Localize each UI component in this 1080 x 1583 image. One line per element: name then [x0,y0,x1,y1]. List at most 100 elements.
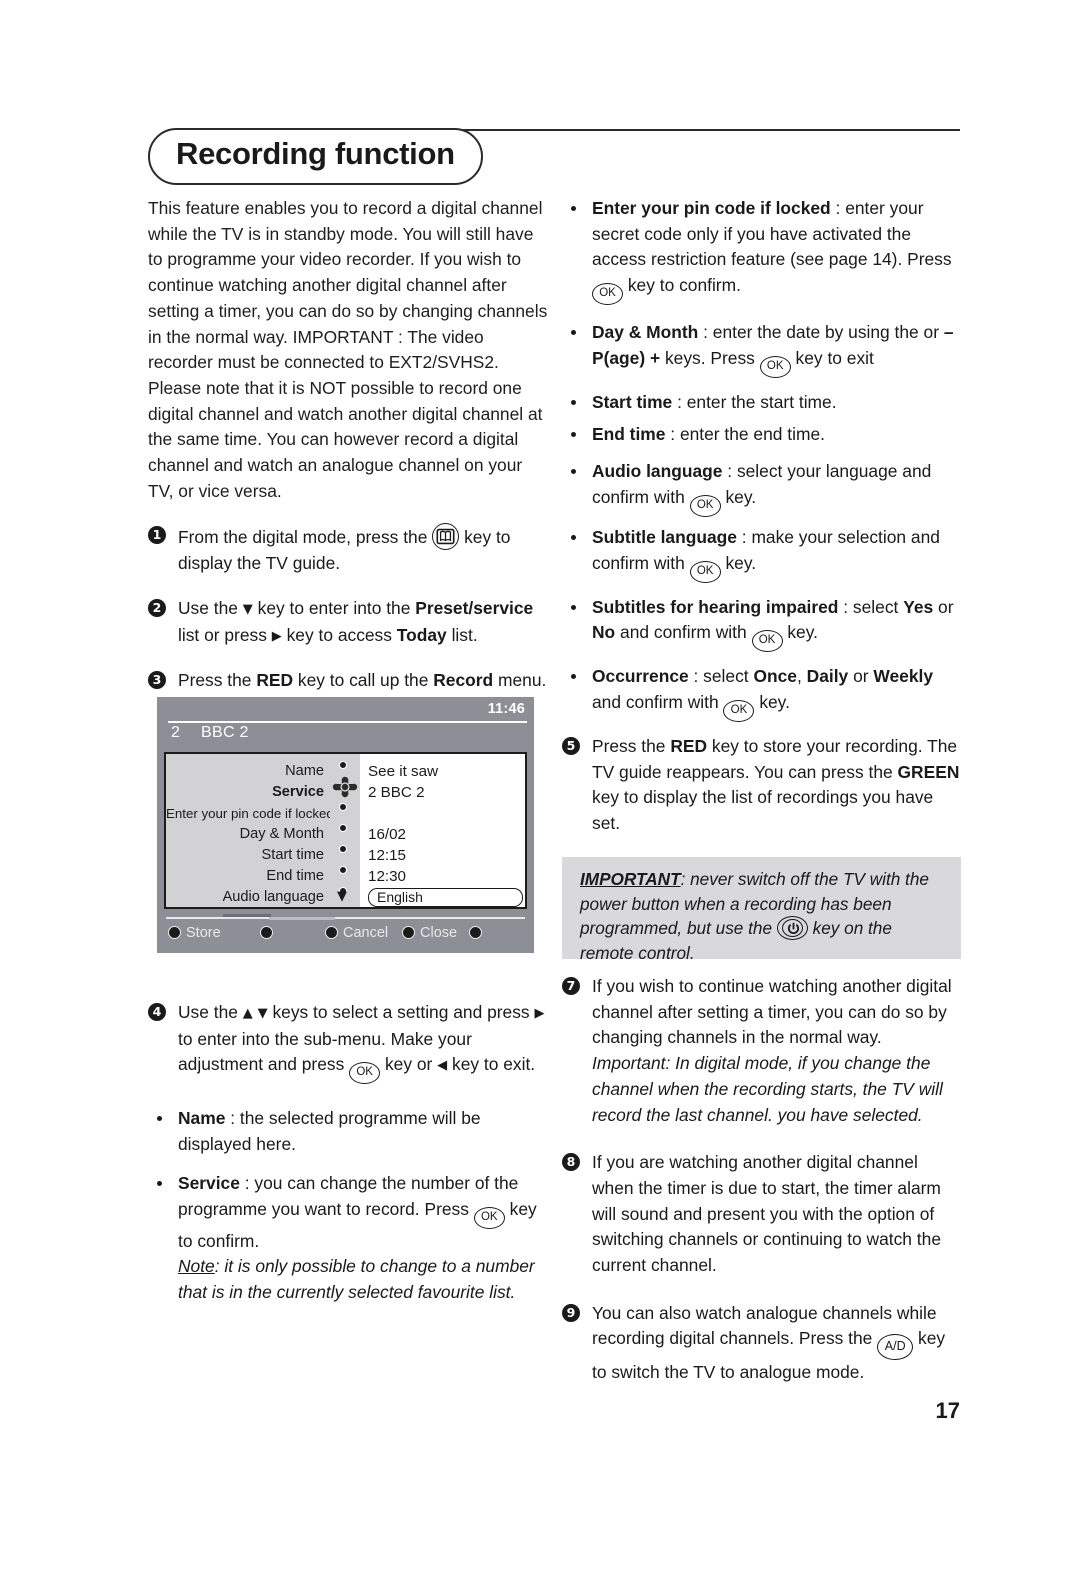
bullet-occurrence-comma: , [796,666,802,687]
tv-footer-rule-dark [223,914,271,917]
green-button-icon [260,926,273,939]
right-column: Enter your pin code if locked : enter yo… [562,196,962,934]
step-7-italic-label: Important [592,1053,666,1074]
bullet-pin-code: Enter your pin code if locked : enter yo… [562,196,962,306]
tv-footer-label-store: Store [186,925,221,941]
bullet-day-month-label: Day & Month [592,322,699,343]
gray-button-icon [469,926,482,939]
step-5-text-c: key to display the list of recordings yo… [592,787,934,834]
ok-key-icon: OK [473,1206,505,1229]
step-5-body: Press the RED key to store your recordin… [592,734,962,837]
bullet-end-time-text: : enter the end time. [670,423,825,444]
tv-menu-footer: Store Cancel Close [157,909,534,953]
step-4-body: Use the ▲ ▼ keys to select a setting and… [178,1000,548,1085]
step-2-bold-preset-service: Preset/service [415,597,534,618]
step-4-text-a: Use the [178,1002,238,1022]
bullet-dot-icon [157,1180,162,1186]
step-7-text-a: If you wish to continue watching another… [592,976,952,1048]
tv-bullet-name [330,754,360,775]
tv-footer-label-close: Close [420,925,458,941]
tv-label-start-time[interactable]: Start time [166,845,330,866]
left-column: This feature enables you to record a dig… [148,196,548,694]
bullet-service-note-text: : it is only possible to change to a num… [178,1256,535,1302]
step-2-marker: 2 [148,598,166,617]
bullet-occurrence-label: Occurrence [592,666,689,687]
tv-menu-values: See it saw 2 BBC 2 16/02 12:15 12:30 Eng… [360,754,525,907]
step-3-body: Press the RED key to call up the Record … [178,668,548,694]
important-note-label: IMPORTANT [580,869,681,889]
bullet-end-time: End time : enter the end time. [562,422,962,448]
tv-footer-button-close[interactable]: Close [402,925,457,941]
tv-footer-button-cancel[interactable]: Cancel [325,925,388,941]
step-4-marker: 4 [148,1003,166,1021]
ok-key-icon: OK [751,630,783,653]
step-4-text-d: key or [384,1054,433,1075]
tv-footer-button-extra[interactable] [469,925,487,941]
tv-footer-rule [166,917,525,919]
step-1-marker: 1 [148,526,166,545]
tv-label-day-month[interactable]: Day & Month [166,824,330,845]
tv-footer-button-store[interactable]: Store [168,925,221,941]
bullet-hearing-impaired-text-c: and confirm with [620,622,747,643]
analogue-digital-key-icon: A/D [877,1334,914,1361]
tv-label-name[interactable]: Name [166,761,330,782]
bullet-service: Service : you can change the number of t… [148,1171,548,1306]
bullet-pin-code-text-b: key to confirm. [627,275,741,296]
step-2: 2 Use the ▼ key to enter into the Preset… [148,596,548,649]
step-9-body: You can also watch analogue channels whi… [592,1301,962,1386]
step-3-bold-record: Record [433,670,494,691]
step-8: 8 If you are watching another digital ch… [562,1150,962,1279]
tv-bullet-end-time [330,859,360,880]
tv-label-end-time[interactable]: End time [166,866,330,887]
bullet-dot-icon [571,674,576,680]
tv-label-service[interactable]: Service [166,782,330,803]
bullet-pin-code-label: Enter your pin code if locked [592,198,831,218]
tv-label-audio-language[interactable]: Audio language [166,887,330,908]
bullet-occurrence-daily: Daily [806,666,849,687]
bullet-hearing-impaired-label: Subtitles for hearing impaired [592,596,839,617]
bullet-occurrence-text-d: key. [759,692,790,713]
bullet-day-month: Day & Month : enter the date by using th… [562,320,962,378]
step-4-text-e: key to exit. [452,1054,536,1075]
step-9: 9 You can also watch analogue channels w… [562,1301,962,1386]
bullet-dot-icon [571,330,576,336]
tv-value-end-time: 12:30 [368,868,407,885]
important-note-box: IMPORTANT: never switch off the TV with … [562,857,961,963]
tv-value-audio-language[interactable]: English [368,888,523,907]
bullet-subtitle-language-text-b: key. [725,552,757,573]
bullet-audio-language-label: Audio language [592,461,723,482]
bullet-start-time-body: Start time : enter the start time. [592,390,962,416]
arrow-right-icon: ▶ [271,628,282,644]
tv-value-audio-language-wrap: English [368,887,525,908]
tv-footer-button-green[interactable] [260,925,278,941]
page-number: 17 [935,1398,960,1423]
bullet-service-body: Service : you can change the number of t… [178,1171,548,1306]
step-1: 1 From the digital mode, press the key t… [148,523,548,576]
intro-paragraph: This feature enables you to record a dig… [148,198,548,501]
step-9-marker: 9 [562,1303,580,1322]
tv-scroll-down-indicator[interactable]: ▼ [337,889,347,904]
tv-channel-banner: 2 BBC 2 [171,724,249,742]
tv-label-pin-code[interactable]: Enter your pin code if locked [166,803,334,824]
bullet-day-month-text-b: keys. Press [664,347,755,368]
step-3-marker: 3 [148,671,166,690]
bullet-day-month-text-c: key to exit [795,347,874,368]
tv-channel-name: BBC 2 [201,724,249,741]
step-7: 7 If you wish to continue watching anoth… [562,974,962,1128]
tv-value-start-time: 12:15 [368,847,407,864]
step-2-text-b: key to enter into the [257,597,411,618]
page-title: Recording function [148,128,483,185]
bullet-dot-icon [571,431,576,437]
bullet-hearing-impaired-text-a: : select [843,596,899,617]
step-4: 4 Use the ▲ ▼ keys to select a setting a… [148,1000,548,1085]
tv-bullet-day-month [330,817,360,838]
bullet-hearing-impaired-body: Subtitles for hearing impaired : select … [592,595,962,653]
bullet-hearing-impaired: Subtitles for hearing impaired : select … [562,595,962,653]
bullet-occurrence-text-b: or [853,666,869,687]
bullet-hearing-impaired-no: No [592,622,616,643]
step-3-text-c: menu. [498,670,547,691]
bullet-subtitle-language-body: Subtitle language : make your selection … [592,525,962,583]
tv-value-service: 2 BBC 2 [368,784,425,801]
ok-key-icon: OK [689,560,721,583]
step-2-text-d: key to access [286,624,392,645]
